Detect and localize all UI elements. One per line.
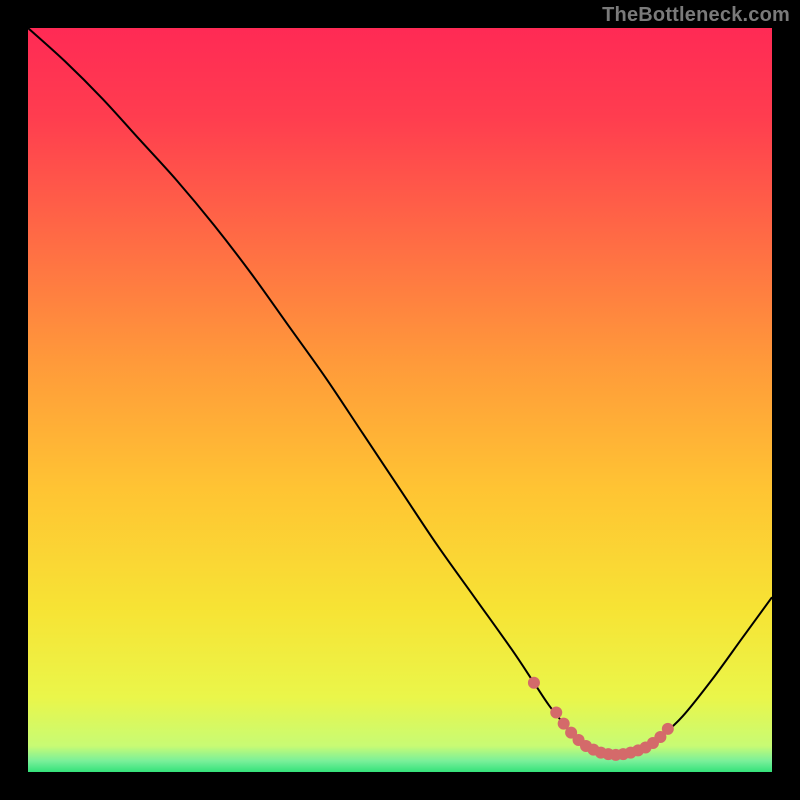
highlight-dot — [550, 706, 562, 718]
plot-area — [28, 28, 772, 772]
watermark-text: TheBottleneck.com — [602, 4, 790, 27]
chart-frame: TheBottleneck.com — [0, 0, 800, 800]
chart-svg — [28, 28, 772, 772]
highlight-dot — [662, 723, 674, 735]
highlight-dot — [528, 677, 540, 689]
